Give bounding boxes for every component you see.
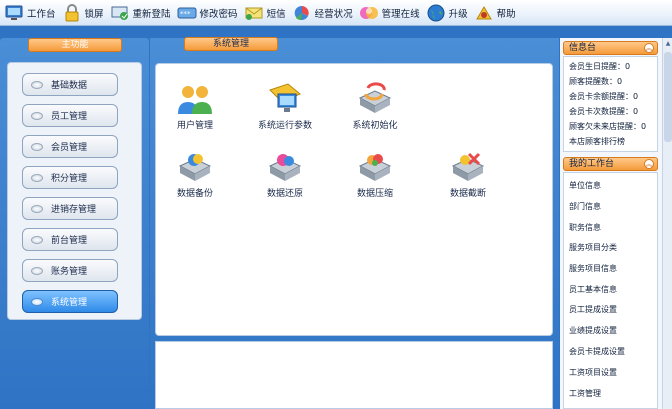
online-icon (359, 4, 379, 22)
toolbar-sms-button[interactable]: 短信 (242, 2, 290, 24)
nav-inventory-management[interactable]: 进销存管理 (22, 197, 118, 220)
info-line-member-birthday[interactable]: 会员生日提醒：0 (569, 61, 630, 72)
workbench-item[interactable]: 会员卡提成设置 (569, 346, 625, 357)
info-panel-title: 信息台 (569, 43, 597, 53)
func-system-params[interactable]: 系统运行参数 (245, 82, 325, 131)
func-data-restore[interactable]: 数据还原 (245, 150, 325, 199)
scroll-thumb[interactable] (664, 52, 672, 142)
info-panel-header: 信息台 ︽ (563, 41, 658, 55)
system-params-icon (266, 82, 304, 116)
radio-dot-icon (31, 142, 43, 151)
nav-system-management[interactable]: 系统管理 (22, 290, 118, 313)
info-line-card-balance[interactable]: 会员卡余额提醒：0 (569, 91, 638, 102)
nav-points-management[interactable]: 积分管理 (22, 166, 118, 189)
system-init-icon (356, 82, 394, 116)
workbench-item[interactable]: 职务信息 (569, 222, 601, 233)
nav-basic-data[interactable]: 基础数据 (22, 73, 118, 96)
data-backup-icon (176, 150, 214, 184)
data-restore-icon (266, 150, 304, 184)
toolbar-lock-button[interactable]: 锁屏 (60, 2, 108, 24)
workbench-item[interactable]: 员工基本信息 (569, 284, 617, 295)
func-system-init[interactable]: 系统初始化 (335, 82, 415, 131)
workbench-item[interactable]: 工资项目设置 (569, 367, 617, 378)
radio-dot-icon (31, 111, 43, 120)
func-data-truncate[interactable]: 数据截断 (428, 150, 508, 199)
info-line-customer-ranking[interactable]: 本店顾客排行榜 (569, 136, 625, 147)
workbench-item[interactable]: 业绩提成设置 (569, 325, 617, 336)
toolbar-business-status-button[interactable]: 经营状况 (290, 2, 357, 24)
radio-dot-icon (31, 297, 43, 306)
help-icon (474, 4, 494, 22)
toolbar-workbench-button[interactable]: 工作台 (2, 2, 60, 24)
workbench-item[interactable]: 服务项目分类 (569, 242, 617, 253)
nav-accounts-management[interactable]: 账务管理 (22, 259, 118, 282)
radio-dot-icon (31, 235, 43, 244)
globe-icon (426, 4, 446, 22)
workbench-item[interactable]: 单位信息 (569, 180, 601, 191)
left-panel-title: 主功能 (28, 38, 122, 52)
toolbar-help-button[interactable]: 帮助 (472, 2, 520, 24)
func-data-backup[interactable]: 数据备份 (155, 150, 235, 199)
toolbar-change-password-button[interactable]: *** 修改密码 (175, 2, 242, 24)
scroll-up-arrow-icon[interactable]: ▲ (664, 40, 672, 49)
radio-dot-icon (31, 204, 43, 213)
lock-icon (62, 3, 82, 22)
workbench-item[interactable]: 服务项目信息 (569, 263, 617, 274)
data-compress-icon (356, 150, 394, 184)
desktop-icon (4, 4, 24, 22)
sms-icon (244, 4, 264, 22)
workbench-item[interactable]: 部门信息 (569, 201, 601, 212)
workbench-panel-header: 我的工作台 ︽ (563, 157, 658, 171)
workbench-item[interactable]: 工资管理 (569, 388, 601, 399)
chart-icon (292, 4, 312, 22)
radio-dot-icon (31, 173, 43, 182)
func-data-compress[interactable]: 数据压缩 (335, 150, 415, 199)
info-line-customer-reminder[interactable]: 顾客提醒数：0 (569, 76, 622, 87)
workbench-panel-title: 我的工作台 (569, 159, 615, 169)
nav-member-management[interactable]: 会员管理 (22, 135, 118, 158)
nav-front-desk-management[interactable]: 前台管理 (22, 228, 118, 251)
nav-staff-management[interactable]: 员工管理 (22, 104, 118, 127)
func-user-management[interactable]: 用户管理 (155, 82, 235, 131)
info-line-customer-absent[interactable]: 顾客欠未来店提醒：0 (569, 121, 646, 132)
relogin-icon (110, 4, 130, 22)
collapse-icon[interactable]: ︽ (644, 159, 654, 169)
info-line-card-count[interactable]: 会员卡次数提醒：0 (569, 106, 638, 117)
right-scrollbar[interactable]: ▲ (662, 38, 672, 409)
collapse-icon[interactable]: ︽ (644, 43, 654, 53)
toolbar-online-management-button[interactable]: 管理在线 (357, 2, 424, 24)
main-toolbar: 工作台 锁屏 重新登陆 *** 修改密码 短信 经营状况 管理在线 升级 帮助 (0, 0, 672, 26)
data-truncate-icon (449, 150, 487, 184)
workbench-item[interactable]: 员工提成设置 (569, 304, 617, 315)
toolbar-relogin-button[interactable]: 重新登陆 (108, 2, 175, 24)
users-icon (176, 82, 214, 116)
main-panel-title: 系统管理 (184, 37, 278, 51)
toolbar-upgrade-button[interactable]: 升级 (424, 2, 472, 24)
password-icon: *** (177, 4, 197, 22)
radio-dot-icon (31, 80, 43, 89)
radio-dot-icon (31, 266, 43, 275)
content-area (155, 341, 553, 409)
svg-text:***: *** (180, 10, 191, 18)
